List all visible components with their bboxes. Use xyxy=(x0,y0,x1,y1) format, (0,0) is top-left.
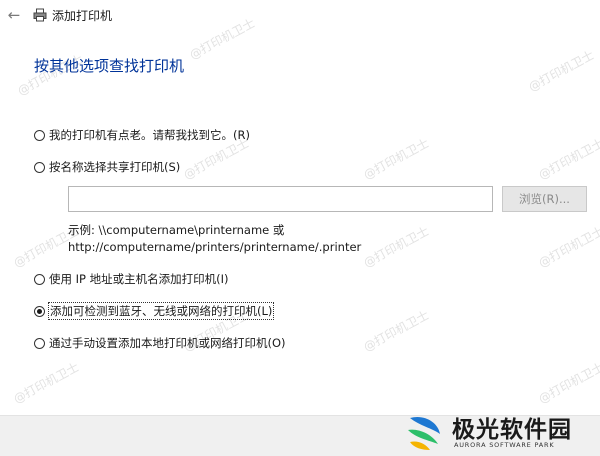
example-line-1: 示例: \\computername\printername 或 xyxy=(68,223,285,237)
option-label: 我的打印机有点老。请帮我找到它。(R) xyxy=(49,128,250,142)
watermark: @打印机卫士 xyxy=(361,223,432,271)
option-shared-printer[interactable]: 按名称选择共享打印机(S) xyxy=(34,158,180,176)
watermark: @打印机卫士 xyxy=(536,223,600,271)
option-label: 使用 IP 地址或主机名添加打印机(I) xyxy=(49,272,229,286)
watermark: @打印机卫士 xyxy=(536,135,600,183)
printer-icon xyxy=(33,8,47,22)
aurora-logo-icon xyxy=(408,416,440,450)
option-label: 通过手动设置添加本地打印机或网络打印机(O) xyxy=(49,336,286,350)
browse-button[interactable]: 浏览(R)... xyxy=(502,186,587,212)
brand-watermark: 极光软件园 AURORA SOFTWARE PARK xyxy=(400,407,600,455)
radio-button[interactable] xyxy=(34,129,45,141)
watermark: @打印机卫士 xyxy=(361,307,432,355)
radio-button[interactable] xyxy=(34,305,45,317)
watermark: @打印机卫士 xyxy=(361,135,432,183)
watermark: @打印机卫士 xyxy=(11,359,82,407)
radio-button[interactable] xyxy=(34,273,45,285)
option-bluetooth-wireless-network[interactable]: 添加可检测到蓝牙、无线或网络的打印机(L) xyxy=(34,302,275,320)
shared-printer-name-input[interactable] xyxy=(68,186,493,212)
back-arrow-icon[interactable]: ← xyxy=(4,5,24,25)
title-bar: ← 添加打印机 xyxy=(0,0,600,32)
window-title: 添加打印机 xyxy=(52,9,113,23)
option-old-printer[interactable]: 我的打印机有点老。请帮我找到它。(R) xyxy=(34,126,250,144)
watermark: @打印机卫士 xyxy=(526,47,597,95)
radio-button[interactable] xyxy=(34,337,45,349)
example-line-2: http://computername/printers/printername… xyxy=(68,240,362,254)
option-label: 按名称选择共享打印机(S) xyxy=(49,160,181,174)
option-manual-settings[interactable]: 通过手动设置添加本地打印机或网络打印机(O) xyxy=(34,334,286,352)
brand-name: 极光软件园 xyxy=(452,417,572,443)
radio-button[interactable] xyxy=(34,161,45,173)
option-label: 添加可检测到蓝牙、无线或网络的打印机(L) xyxy=(47,302,275,320)
brand-subtitle: AURORA SOFTWARE PARK xyxy=(454,441,555,449)
page-heading: 按其他选项查找打印机 xyxy=(34,57,185,75)
option-ip-address[interactable]: 使用 IP 地址或主机名添加打印机(I) xyxy=(34,270,229,288)
watermark: @打印机卫士 xyxy=(536,359,600,407)
